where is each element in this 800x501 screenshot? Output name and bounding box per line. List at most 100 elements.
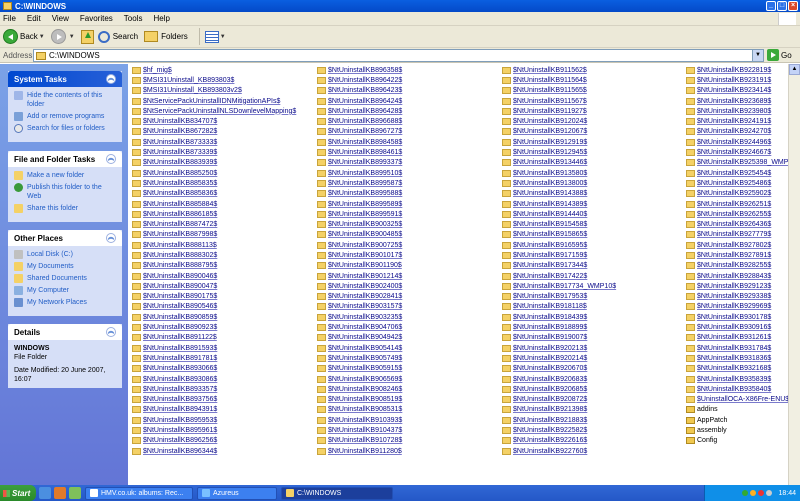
- file-item[interactable]: $NtUninstallKB911564$: [502, 75, 616, 85]
- file-item[interactable]: $NtUninstallKB923414$: [686, 86, 800, 96]
- file-item[interactable]: $NtUninstallKB904706$: [317, 322, 402, 332]
- taskbar-item-windows[interactable]: C:\WINDOWS: [281, 486, 393, 500]
- my-network-places-link[interactable]: My Network Places: [14, 298, 116, 307]
- file-item[interactable]: $NtUninstallKB914388$: [502, 189, 616, 199]
- publish-web-link[interactable]: Publish this folder to the Web: [14, 183, 116, 201]
- local-disk-link[interactable]: Local Disk (C:): [14, 250, 116, 259]
- file-item[interactable]: $NtUninstallKB930178$: [686, 312, 800, 322]
- file-item[interactable]: $NtUninstallKB920214$: [502, 353, 616, 363]
- file-item[interactable]: $NtUninstallKB924496$: [686, 137, 800, 147]
- chevron-up-icon[interactable]: ︽: [106, 154, 116, 164]
- file-item[interactable]: $NtUninstallKB925486$: [686, 178, 800, 188]
- file-item[interactable]: $NtServicePackUninstallIDNMitigationAPIs…: [132, 96, 296, 106]
- file-item[interactable]: $NtUninstallKB895961$: [132, 425, 296, 435]
- address-dropdown-button[interactable]: ▼: [752, 50, 763, 61]
- file-item[interactable]: $NtUninstallKB925902$: [686, 189, 800, 199]
- file-item[interactable]: $NtUninstallKB914440$: [502, 209, 616, 219]
- back-button[interactable]: Back ▼: [3, 29, 45, 44]
- file-item[interactable]: $NtUninstallKB891122$: [132, 333, 296, 343]
- file-item[interactable]: $NtUninstallKB922616$: [502, 436, 616, 446]
- file-item[interactable]: $NtUninstallKB911280$: [317, 446, 402, 456]
- share-folder-link[interactable]: Share this folder: [14, 204, 116, 213]
- file-item[interactable]: $NtUninstallKB935840$: [686, 384, 800, 394]
- file-item[interactable]: $NtUninstallKB900485$: [317, 230, 402, 240]
- file-item[interactable]: $NtUninstallKB900325$: [317, 219, 402, 229]
- file-item[interactable]: $NtUninstallKB910728$: [317, 436, 402, 446]
- file-item[interactable]: $NtUninstallKB896358$: [317, 65, 402, 75]
- file-item[interactable]: $NtUninstallKB908531$: [317, 405, 402, 415]
- file-item[interactable]: $NtUninstallKB912024$: [502, 116, 616, 126]
- file-item[interactable]: $NtUninstallKB901190$: [317, 261, 402, 271]
- other-places-header[interactable]: Other Places ︽: [8, 230, 122, 246]
- search-button[interactable]: Search: [97, 30, 138, 43]
- tray-shield-icon[interactable]: [750, 490, 757, 496]
- chevron-up-icon[interactable]: ︽: [106, 74, 116, 84]
- file-item[interactable]: $NtUninstallKB917159$: [502, 250, 616, 260]
- taskbar-item-hmv[interactable]: HMV.co.uk: albums: Rec...: [85, 486, 193, 500]
- quicklaunch-ie-icon[interactable]: [39, 487, 51, 499]
- file-item[interactable]: $NtUninstallKB912945$: [502, 147, 616, 157]
- file-item[interactable]: $NtUninstallKB900725$: [317, 240, 402, 250]
- file-item[interactable]: $NtUninstallKB926251$: [686, 199, 800, 209]
- file-item[interactable]: $NtUninstallKB915458$: [502, 219, 616, 229]
- file-item[interactable]: $NtUninstallKB918899$: [502, 322, 616, 332]
- file-item[interactable]: $NtUninstallKB899591$: [317, 209, 402, 219]
- close-button[interactable]: ×: [788, 1, 798, 11]
- file-item[interactable]: $NtUninstallKB924270$: [686, 127, 800, 137]
- file-item[interactable]: $NtUninstallKB885884$: [132, 199, 296, 209]
- title-bar[interactable]: C:\WINDOWS _ □ ×: [0, 0, 800, 12]
- file-item[interactable]: Config: [686, 436, 800, 446]
- file-item[interactable]: $NtUninstallKB929123$: [686, 281, 800, 291]
- file-item[interactable]: $NtUninstallKB925398_WMP64$: [686, 158, 800, 168]
- chevron-down-icon[interactable]: ▼: [39, 34, 45, 40]
- menu-help[interactable]: Help: [153, 14, 169, 23]
- file-item[interactable]: $NtUninstallKB920683$: [502, 374, 616, 384]
- file-item[interactable]: $NtUninstallKB923689$: [686, 96, 800, 106]
- file-item[interactable]: $NtUninstallKB885250$: [132, 168, 296, 178]
- file-item[interactable]: $NtUninstallKB913800$: [502, 178, 616, 188]
- file-item[interactable]: $NtUninstallKB904942$: [317, 333, 402, 343]
- shared-documents-link[interactable]: Shared Documents: [14, 274, 116, 283]
- add-remove-programs-link[interactable]: Add or remove programs: [14, 112, 116, 121]
- minimize-button[interactable]: _: [766, 1, 776, 11]
- file-item[interactable]: $NtUninstallKB888302$: [132, 250, 296, 260]
- hide-contents-link[interactable]: Hide the contents of this folder: [14, 91, 116, 109]
- my-documents-link[interactable]: My Documents: [14, 262, 116, 271]
- file-item[interactable]: $NtUninstallKB873339$: [132, 147, 296, 157]
- file-item[interactable]: $NtUninstallKB890175$: [132, 292, 296, 302]
- chevron-down-icon[interactable]: ▼: [220, 34, 226, 40]
- file-item[interactable]: $NtUninstallKB898458$: [317, 137, 402, 147]
- go-button[interactable]: Go: [767, 49, 792, 61]
- file-item[interactable]: $NtUninstallKB917422$: [502, 271, 616, 281]
- file-item[interactable]: $NtUninstallKB927779$: [686, 230, 800, 240]
- file-item[interactable]: $MSI31Uninstall_KB893803v2$: [132, 86, 296, 96]
- file-item[interactable]: $NtUninstallKB908246$: [317, 384, 402, 394]
- search-files-link[interactable]: Search for files or folders: [14, 124, 116, 133]
- file-item[interactable]: $NtUninstallKB896256$: [132, 436, 296, 446]
- file-item[interactable]: $NtUninstallKB887998$: [132, 230, 296, 240]
- make-new-folder-link[interactable]: Make a new folder: [14, 171, 116, 180]
- file-item[interactable]: $NtUninstallKB898461$: [317, 147, 402, 157]
- file-item[interactable]: $MSI31Uninstall_KB893803$: [132, 75, 296, 85]
- file-item[interactable]: $NtUninstallKB931784$: [686, 343, 800, 353]
- file-item[interactable]: $NtUninstallKB901017$: [317, 250, 402, 260]
- file-item[interactable]: $NtUninstallKB928255$: [686, 261, 800, 271]
- chevron-down-icon[interactable]: ▼: [69, 34, 75, 40]
- address-input[interactable]: C:\WINDOWS ▼: [33, 49, 764, 62]
- file-item[interactable]: $NtUninstallKB911567$: [502, 96, 616, 106]
- file-item[interactable]: $NtUninstallKB896344$: [132, 446, 296, 456]
- file-item[interactable]: $NtUninstallKB912067$: [502, 127, 616, 137]
- file-item[interactable]: $NtUninstallKB886185$: [132, 209, 296, 219]
- file-item[interactable]: $NtUninstallKB920213$: [502, 343, 616, 353]
- file-item[interactable]: $NtUninstallKB896424$: [317, 96, 402, 106]
- file-item[interactable]: $NtUninstallKB888795$: [132, 261, 296, 271]
- my-computer-link[interactable]: My Computer: [14, 286, 116, 295]
- file-item[interactable]: $NtUninstallKB887472$: [132, 219, 296, 229]
- details-header[interactable]: Details ︽: [8, 324, 122, 340]
- file-item[interactable]: $NtUninstallKB914389$: [502, 199, 616, 209]
- file-item[interactable]: addins: [686, 405, 800, 415]
- menu-file[interactable]: File: [3, 14, 16, 23]
- tray-volume-icon[interactable]: [766, 490, 773, 496]
- file-item[interactable]: $NtUninstallKB913446$: [502, 158, 616, 168]
- file-item[interactable]: $NtUninstallKB930916$: [686, 322, 800, 332]
